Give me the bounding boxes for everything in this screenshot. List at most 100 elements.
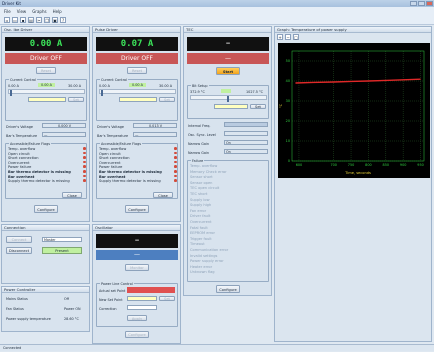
driver2-current-control: Current Control 0.00 A 0.00 A 30.00 A Se… [96,77,178,121]
plc-apply-button[interactable]: Apply [127,315,147,321]
tec-slider[interactable] [190,95,267,102]
tec-configure-button[interactable]: Configure [216,285,240,293]
help-icon[interactable]: ? [60,16,66,23]
driver1-cc-title: Current Control [9,77,38,82]
tec-row-value[interactable]: On [224,149,268,154]
flag-item: Supply thermo detector is missing [99,179,177,184]
maximize-button[interactable] [418,1,425,6]
y-tick-label: 10 [286,139,290,143]
oscillator-monitor-button[interactable]: Monitor [125,264,149,271]
new-icon[interactable]: ▫ [4,16,10,23]
tec-ctrl-min: 372.9 °C [190,90,205,94]
connection-status: Present [42,247,82,254]
tec-fail-title: Failure [191,158,205,163]
connection-panel: Connection Connect Master Disconnect Pre… [1,224,90,284]
connection-title: Connection [2,225,89,231]
driver1-reset-button[interactable]: Reset [36,67,56,74]
oscillator-title: Oscillator [93,225,180,231]
correction-input[interactable] [127,305,157,310]
correction-label: Correction [99,307,117,311]
flag-indicator-icon [83,179,86,182]
zoom-out-icon[interactable]: − [285,34,291,40]
tec-set-button[interactable]: Set [250,104,266,109]
flag-indicator-icon [83,147,86,150]
menu-help[interactable]: Help [53,9,62,14]
driver1-flags-title: Accessible/Failure Flags [9,141,51,146]
y-tick-label: 30 [286,99,290,103]
copy-icon[interactable]: ❐ [44,16,50,23]
driver1-current-control: Current Control 0.00 A 0.00 A 30.00 A Se… [5,77,87,121]
driver1-bar-temp-value: — [42,132,86,137]
flag-indicator-icon [174,156,177,159]
driver2-set-button[interactable]: Set [159,97,175,102]
oscillator-panel: Oscillator — — Monitor Power Line Contro… [92,224,181,344]
driver1-set-button[interactable]: Set [68,97,84,102]
tec-panel: TEC — — Start Bit Setup 372.9 °C 1027.5 … [183,26,272,296]
flag-indicator-icon [174,174,177,178]
menu-graphs[interactable]: Graphs [32,9,46,14]
flag-indicator-icon [83,174,86,178]
port-select[interactable]: Master [42,237,82,242]
tec-row-label: Narrow Gain [188,151,209,155]
close-window-button[interactable] [426,1,433,6]
tec-failure-list: Temp. overflow Memory Check error Sensor… [190,164,268,276]
driver2-cc-title: Current Control [100,77,129,82]
print-icon[interactable]: ▤ [28,16,34,23]
driver2-bar-temp-label: Bar's Temperature [97,134,129,138]
driver1-current-slider[interactable] [8,89,85,96]
driver2-status: Driver OFF [96,53,178,64]
menu-file[interactable]: File [4,9,11,14]
driver2-bar-temp-value: — [133,132,177,137]
flag-indicator-icon [174,147,177,150]
power-row-value: Off [64,297,70,301]
driver2-configure-button[interactable]: Configure [125,205,149,213]
driver1-cc-setvalue: 0.00 A [38,83,55,87]
save-icon[interactable]: ▪ [20,16,26,23]
driver1-flags-group: Accessible/Failure Flags Temp. overflow … [5,141,87,199]
driver1-voltage-label: Driver's Voltage [6,125,33,129]
power-row-value: 28.60 °C [64,317,79,321]
driver2-reset-button[interactable]: Reset [127,67,147,74]
flag-indicator-icon [83,151,86,155]
driver1-configure-button[interactable]: Configure [34,205,58,213]
oscillator-status: — [96,250,178,260]
driver1-panel: Osc. Ibe Driver 0.00 A Driver OFF Reset … [1,26,90,222]
zoom-in-icon[interactable]: + [277,34,283,40]
open-icon[interactable]: ▭ [12,16,18,23]
plc-set-button[interactable]: Set [159,296,175,301]
driver1-setpoint-input[interactable] [28,97,66,102]
connect-button[interactable]: Connect [6,236,32,243]
oscillator-configure-button[interactable]: Configure [125,331,149,338]
paste-icon[interactable]: ▣ [52,16,58,23]
menu-view[interactable]: View [17,9,27,14]
driver1-cc-min: 0.00 A [8,84,19,88]
y-tick-label: 50 [286,59,290,63]
graph-canvas[interactable]: 50 40 30 20 10 0 600 700 750 800 850 900 950 Time, se… [278,43,430,178]
flag-item: Supply thermo detector is missing [8,179,86,184]
driver2-voltage-value: 0.013 V [133,123,177,128]
new-setpoint-input[interactable] [127,296,157,301]
driver1-title: Osc. Ibe Driver [2,27,89,33]
fit-icon[interactable]: ▢ [293,34,299,40]
tec-setpoint-input[interactable] [214,104,248,109]
power-row-value: Power ON [64,307,81,311]
driver2-cc-setvalue: 0.00 A [129,83,146,87]
driver2-current-slider[interactable] [99,89,176,96]
driver1-close-button[interactable]: Close [62,192,82,198]
tec-row-value[interactable]: On [224,140,268,145]
y-axis-label: °C [279,103,283,108]
tec-start-button[interactable]: Start [216,67,240,75]
disconnect-button[interactable]: Disconnect [6,247,32,254]
flag-indicator-icon [83,160,86,164]
driver2-close-button[interactable]: Close [153,192,173,198]
tec-ctrl-title: Bit Setup [191,83,209,88]
power-line-control: Power Line Control Actual set Point New … [96,281,178,327]
driver2-setpoint-input[interactable] [119,97,157,102]
graph-title: Graph: Temperature of power supply [275,27,431,33]
x-tick-label: 800 [365,163,371,167]
x-tick-label: 600 [296,163,302,167]
power-controller-panel: Power Controller Mains Status Off Fan St… [1,286,90,332]
minimize-button[interactable] [410,1,417,6]
cut-icon[interactable]: ✂ [36,16,42,23]
tec-row-value [224,122,268,127]
